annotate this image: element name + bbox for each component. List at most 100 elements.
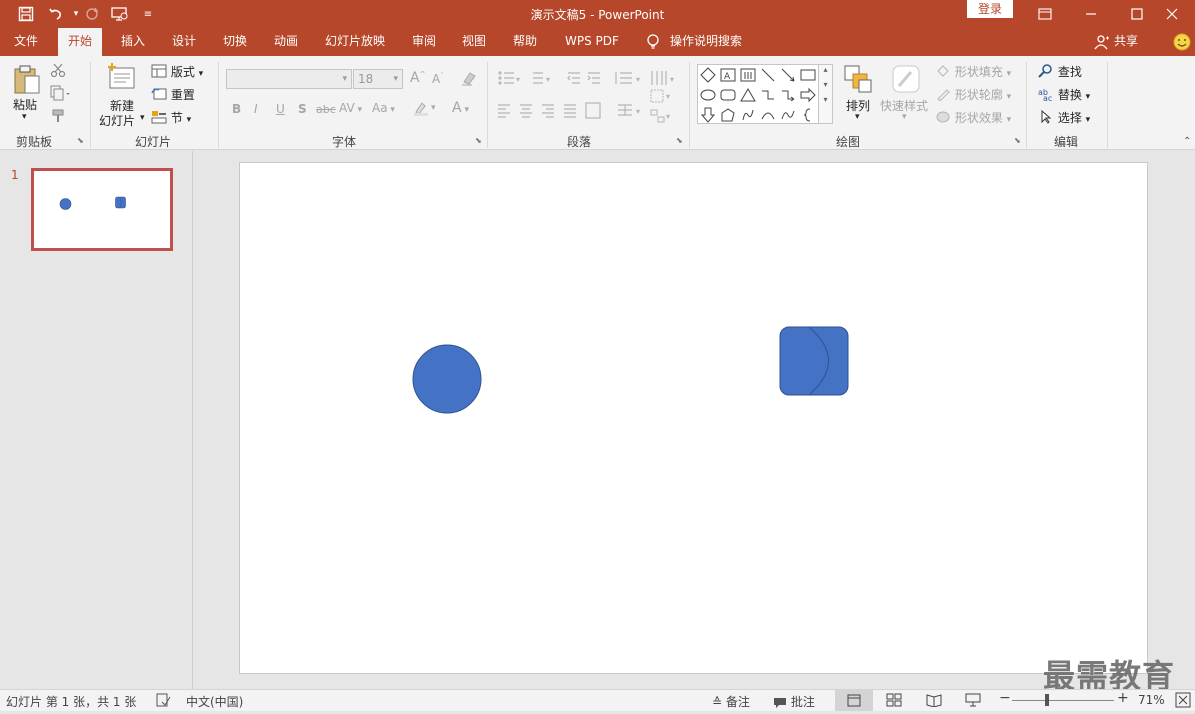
slide-canvas[interactable]	[239, 162, 1148, 674]
scribble-shape-icon[interactable]	[738, 105, 758, 125]
close-icon[interactable]	[1149, 0, 1195, 28]
shape-outline-button[interactable]: 形状轮廓 ▾	[935, 86, 1011, 104]
tab-file[interactable]: 文件	[4, 28, 48, 56]
elbow-arrow-shape-icon[interactable]	[778, 85, 798, 105]
drawing-launcher-icon[interactable]: ⬊	[1014, 136, 1021, 145]
zoom-out-button[interactable]: −	[999, 690, 1011, 706]
font-name-combo[interactable]: ▾	[226, 69, 352, 89]
scroll-down-icon[interactable]: ▾	[819, 80, 832, 89]
elbow-connector-shape-icon[interactable]	[758, 85, 778, 105]
rounded-rectangle-shape-icon[interactable]	[718, 85, 738, 105]
undo-icon[interactable]	[46, 4, 66, 24]
paragraph-launcher-icon[interactable]: ⬊	[676, 136, 683, 145]
shapes-gallery-scroll[interactable]: ▴ ▾ ▾	[818, 65, 832, 123]
minimize-icon[interactable]	[1068, 0, 1114, 28]
strikethrough-button[interactable]: abc	[316, 103, 336, 116]
tab-view[interactable]: 视图	[452, 28, 496, 56]
find-button[interactable]: 查找	[1038, 63, 1082, 81]
arrow-line-shape-icon[interactable]	[778, 65, 798, 85]
font-launcher-icon[interactable]: ⬊	[475, 136, 482, 145]
zoom-slider[interactable]	[1012, 700, 1114, 701]
freeform-shape-icon[interactable]	[718, 105, 738, 125]
zoom-level[interactable]: 71%	[1138, 693, 1165, 707]
down-arrow-shape-icon[interactable]	[698, 105, 718, 125]
diamond-shape-icon[interactable]	[698, 65, 718, 85]
customize-toolbar-icon[interactable]: ≡	[138, 4, 158, 24]
copy-icon[interactable]	[50, 85, 72, 104]
redo-icon[interactable]	[82, 4, 102, 24]
rectangle-shape-icon[interactable]	[798, 65, 818, 85]
normal-view-button[interactable]	[835, 690, 873, 711]
right-arrow-shape-icon[interactable]	[798, 85, 818, 105]
italic-button[interactable]: I	[254, 102, 258, 116]
spell-check-icon[interactable]	[155, 692, 171, 711]
layout-button[interactable]: 版式 ▾	[151, 63, 203, 81]
clipboard-launcher-icon[interactable]: ⬊	[77, 136, 84, 145]
tab-slideshow[interactable]: 幻灯片放映	[315, 28, 395, 56]
underline-button[interactable]: U	[276, 102, 285, 116]
reset-button[interactable]: 重置	[151, 86, 195, 104]
comments-button[interactable]: 批注	[773, 693, 815, 710]
replace-button[interactable]: ab ac 替换 ▾	[1038, 86, 1090, 104]
tab-help[interactable]: 帮助	[503, 28, 547, 56]
text-shadow-button[interactable]: S	[298, 102, 307, 116]
character-spacing-button[interactable]: AV ▾	[339, 101, 362, 115]
cut-icon[interactable]	[50, 62, 66, 81]
quick-styles-icon[interactable]	[891, 64, 921, 97]
paste-icon[interactable]	[12, 64, 42, 96]
arrange-icon[interactable]	[843, 64, 873, 97]
vertical-textbox-shape-icon[interactable]	[738, 65, 758, 85]
change-case-button[interactable]: Aa ▾	[372, 101, 395, 115]
triangle-shape-icon[interactable]	[738, 85, 758, 105]
reading-view-icon[interactable]	[926, 693, 942, 710]
line-shape-icon[interactable]	[758, 65, 778, 85]
ribbon-display-options-icon[interactable]	[1022, 0, 1068, 28]
quick-styles-dropdown-icon[interactable]: ▾	[902, 112, 907, 122]
shape-effects-button[interactable]: 形状效果 ▾	[935, 109, 1011, 127]
save-icon[interactable]	[16, 4, 36, 24]
notes-button[interactable]: ≙ 备注	[712, 693, 750, 710]
text-direction-icon[interactable]: ▾	[650, 88, 674, 107]
new-slide-icon[interactable]	[106, 62, 138, 95]
slide-sorter-view-icon[interactable]	[886, 693, 902, 710]
font-size-combo[interactable]: 18 ▾	[353, 69, 403, 89]
tab-transitions[interactable]: 切换	[213, 28, 257, 56]
font-color-button[interactable]: A ▾	[452, 100, 469, 116]
tell-me-search[interactable]: 操作说明搜索	[640, 28, 752, 56]
paste-dropdown-icon[interactable]: ▾	[22, 112, 27, 122]
slide-thumbnail[interactable]	[31, 168, 173, 251]
new-slide-dropdown-icon[interactable]: ▾	[140, 113, 145, 123]
tab-animations[interactable]: 动画	[264, 28, 308, 56]
share-button[interactable]: 共享	[1090, 28, 1148, 56]
more-shapes-icon[interactable]: ▾	[819, 95, 832, 104]
new-slide-label-2[interactable]: 幻灯片	[99, 112, 135, 129]
increase-font-size-icon[interactable]: A^	[410, 70, 425, 86]
arrange-dropdown-icon[interactable]: ▾	[855, 112, 860, 122]
curve-shape-icon[interactable]	[778, 105, 798, 125]
decrease-font-size-icon[interactable]: Aˇ	[432, 72, 444, 86]
section-button[interactable]: 节 ▾	[151, 109, 191, 127]
clear-formatting-icon[interactable]	[460, 70, 478, 89]
zoom-in-button[interactable]: +	[1117, 690, 1129, 706]
collapse-ribbon-icon[interactable]: ⌃	[1183, 136, 1191, 147]
brace-shape-icon[interactable]	[798, 105, 818, 125]
login-button[interactable]: 登录	[967, 0, 1013, 18]
smartart-icon[interactable]: ▾	[650, 108, 674, 127]
select-button[interactable]: 选择 ▾	[1038, 109, 1090, 127]
slideshow-view-icon[interactable]	[965, 693, 981, 710]
zoom-slider-thumb[interactable]	[1045, 694, 1049, 706]
arc-shape-icon[interactable]	[758, 105, 778, 125]
slideshow-from-start-icon[interactable]	[110, 4, 130, 24]
tab-review[interactable]: 审阅	[402, 28, 446, 56]
bold-button[interactable]: B	[232, 102, 241, 116]
textbox-shape-icon[interactable]: A	[718, 65, 738, 85]
tab-design[interactable]: 设计	[162, 28, 206, 56]
shape-fill-button[interactable]: 形状填充 ▾	[935, 63, 1011, 81]
language-status[interactable]: 中文(中国)	[186, 693, 243, 710]
tab-wps-pdf[interactable]: WPS PDF	[555, 28, 629, 56]
paste-button[interactable]: 粘贴	[13, 96, 37, 113]
fit-to-window-icon[interactable]	[1175, 692, 1191, 711]
tab-insert[interactable]: 插入	[111, 28, 155, 56]
oval-shape-icon[interactable]	[698, 85, 718, 105]
scroll-up-icon[interactable]: ▴	[819, 65, 832, 74]
